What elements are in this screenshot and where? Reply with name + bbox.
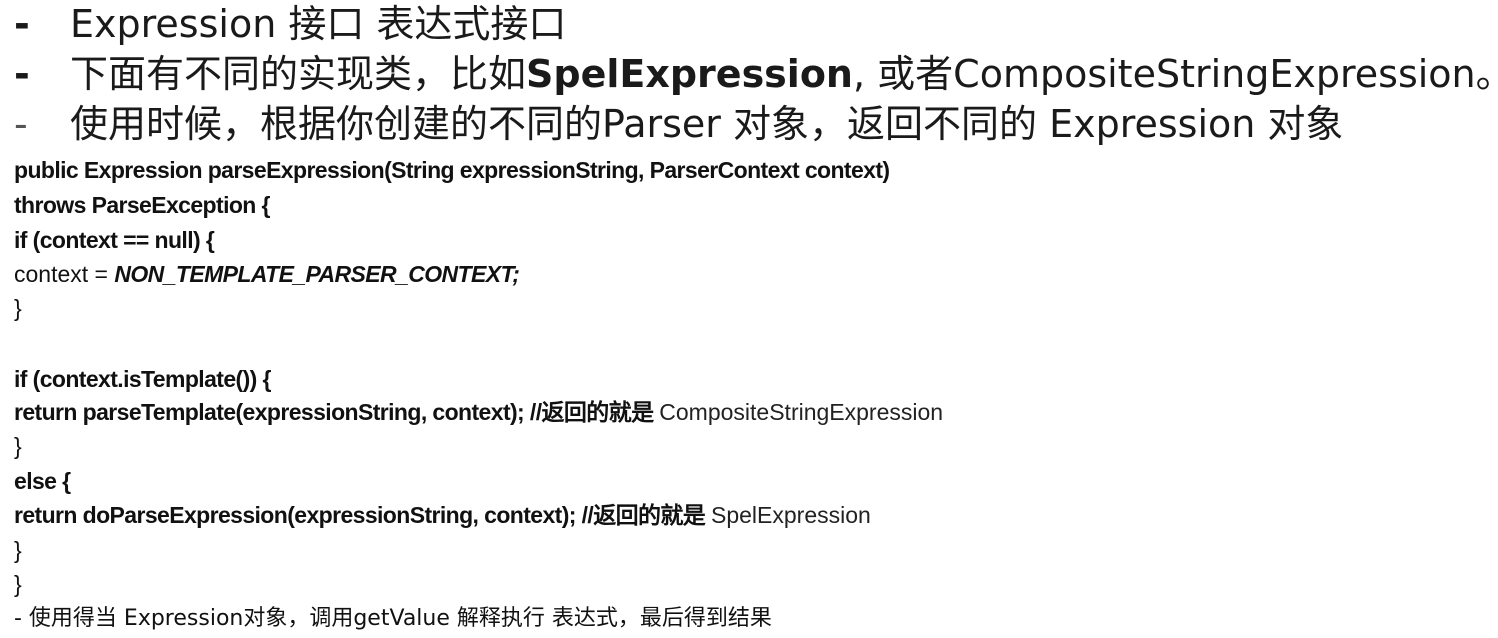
code-line-4: context = NON_TEMPLATE_PARSER_CONTEXT; (14, 259, 520, 289)
bullet-text: 使用时候，根据你创建的不同的Parser 对象，返回不同的 Expression… (70, 102, 1344, 146)
code-line-8: } (14, 433, 22, 459)
code-line-7: return parseTemplate(expressionString, c… (14, 397, 943, 427)
code-line-11: } (14, 537, 22, 563)
bullet-dash: - (14, 52, 30, 96)
code-line-9: else { (14, 468, 71, 494)
code-line-10-a: return doParseExpression(expressionStrin… (14, 502, 711, 528)
code-line-10: return doParseExpression(expressionStrin… (14, 500, 871, 530)
code-line-4-a: context = (14, 261, 115, 287)
bullet-text: Expression 接口 表达式接口 (70, 2, 567, 46)
bullet-1: - Expression 接口 表达式接口 (14, 0, 566, 48)
bullet-2: - 下面有不同的实现类，比如SpelExpression, 或者Composite… (14, 50, 1498, 98)
bullet-text-b: SpelExpression (526, 52, 853, 96)
code-line-4-b: NON_TEMPLATE_PARSER_CONTEXT; (114, 261, 520, 287)
code-line-10-b: SpelExpression (711, 502, 871, 528)
code-line-2: throws ParseException { (14, 192, 271, 218)
bullet-dash: - (14, 2, 30, 46)
code-line-7-b: CompositeStringExpression (659, 399, 944, 425)
code-line-12: } (14, 571, 22, 597)
code-line-1: public Expression parseExpression(String… (14, 157, 890, 183)
code-line-7-a: return parseTemplate(expressionString, c… (14, 399, 660, 425)
bullet-text-a: 下面有不同的实现类，比如 (70, 52, 527, 96)
bullet-3: - 使用时候，根据你创建的不同的Parser 对象，返回不同的 Expressio… (14, 100, 1343, 148)
code-line-5: } (14, 295, 22, 321)
footer-note: - 使用得当 Expression对象，调用getValue 解释执行 表达式，… (14, 606, 772, 631)
code-line-6: if (context.isTemplate()) { (14, 366, 271, 392)
bullet-text-c: , 或者CompositeStringExpression。 (853, 52, 1498, 96)
code-line-3: if (context == null) { (14, 227, 215, 253)
bullet-dash: - (14, 102, 28, 146)
